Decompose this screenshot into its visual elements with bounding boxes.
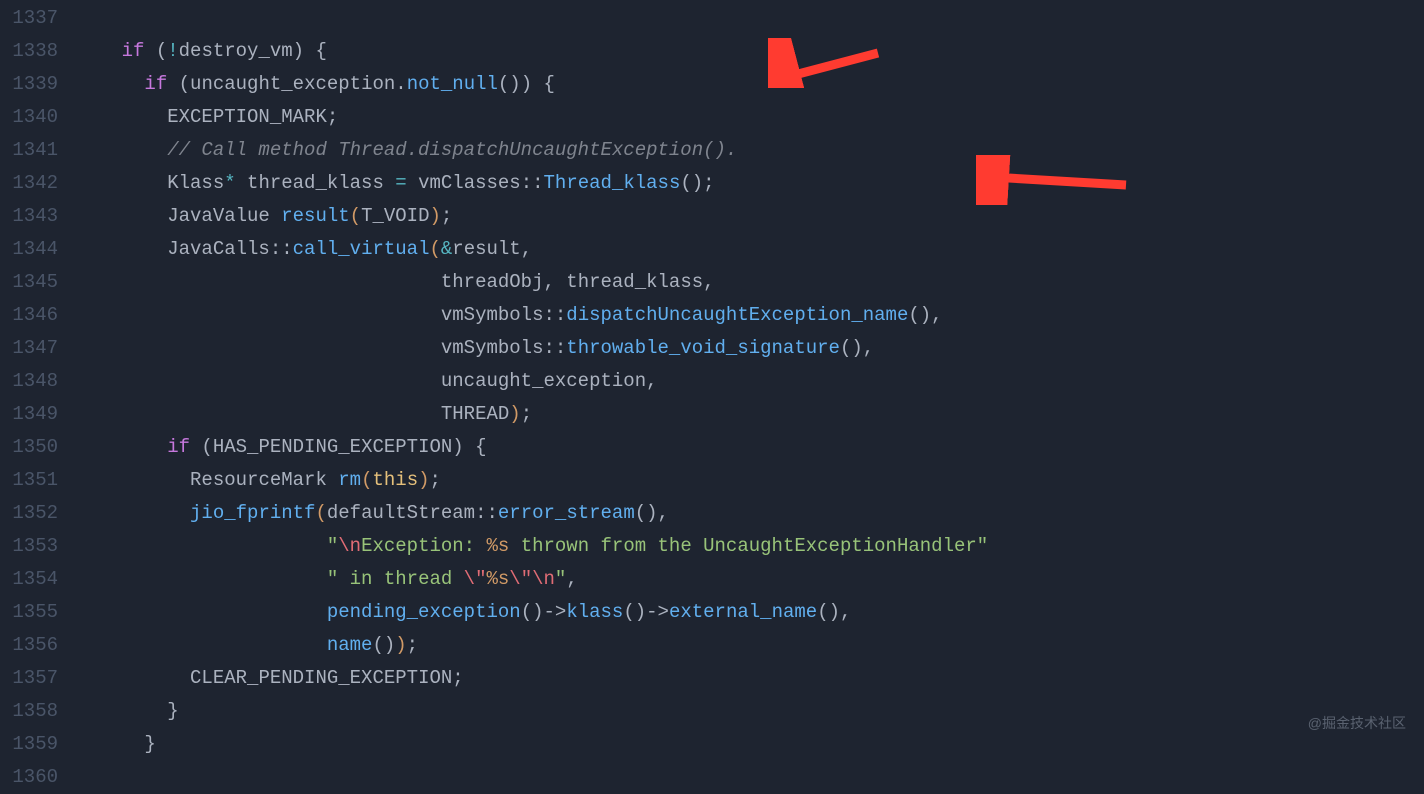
code-line: }: [76, 695, 1424, 728]
line-number: 1337: [0, 2, 58, 35]
code-line: EXCEPTION_MARK;: [76, 101, 1424, 134]
line-number: 1343: [0, 200, 58, 233]
code-line: name());: [76, 629, 1424, 662]
code-line: JavaCalls::call_virtual(&result,: [76, 233, 1424, 266]
line-number: 1353: [0, 530, 58, 563]
code-line: if (!destroy_vm) {: [76, 35, 1424, 68]
line-number: 1351: [0, 464, 58, 497]
line-number: 1354: [0, 563, 58, 596]
code-line: pending_exception()->klass()->external_n…: [76, 596, 1424, 629]
code-line: JavaValue result(T_VOID);: [76, 200, 1424, 233]
code-line: }: [76, 728, 1424, 761]
line-number: 1357: [0, 662, 58, 695]
code-line: ResourceMark rm(this);: [76, 464, 1424, 497]
code-line: [76, 761, 1424, 794]
code-line: "\nException: %s thrown from the Uncaugh…: [76, 530, 1424, 563]
code-line: vmSymbols::throwable_void_signature(),: [76, 332, 1424, 365]
line-number: 1347: [0, 332, 58, 365]
line-number-gutter: 1337133813391340134113421343134413451346…: [0, 0, 76, 752]
code-editor: 1337133813391340134113421343134413451346…: [0, 0, 1424, 752]
code-line: vmSymbols::dispatchUncaughtException_nam…: [76, 299, 1424, 332]
line-number: 1340: [0, 101, 58, 134]
line-number: 1346: [0, 299, 58, 332]
line-number: 1359: [0, 728, 58, 761]
line-number: 1352: [0, 497, 58, 530]
code-area[interactable]: if (!destroy_vm) { if (uncaught_exceptio…: [76, 0, 1424, 752]
line-number: 1356: [0, 629, 58, 662]
code-line: Klass* thread_klass = vmClasses::Thread_…: [76, 167, 1424, 200]
watermark-text: @掘金技术社区: [1308, 707, 1406, 740]
line-number: 1348: [0, 365, 58, 398]
line-number: 1342: [0, 167, 58, 200]
code-line: threadObj, thread_klass,: [76, 266, 1424, 299]
line-number: 1345: [0, 266, 58, 299]
code-line: " in thread \"%s\"\n",: [76, 563, 1424, 596]
code-line: jio_fprintf(defaultStream::error_stream(…: [76, 497, 1424, 530]
line-number: 1349: [0, 398, 58, 431]
line-number: 1350: [0, 431, 58, 464]
line-number: 1341: [0, 134, 58, 167]
code-line: // Call method Thread.dispatchUncaughtEx…: [76, 134, 1424, 167]
line-number: 1339: [0, 68, 58, 101]
line-number: 1338: [0, 35, 58, 68]
code-line: CLEAR_PENDING_EXCEPTION;: [76, 662, 1424, 695]
code-line: if (uncaught_exception.not_null()) {: [76, 68, 1424, 101]
code-line: if (HAS_PENDING_EXCEPTION) {: [76, 431, 1424, 464]
code-line: uncaught_exception,: [76, 365, 1424, 398]
line-number: 1360: [0, 761, 58, 794]
code-line: THREAD);: [76, 398, 1424, 431]
line-number: 1344: [0, 233, 58, 266]
line-number: 1355: [0, 596, 58, 629]
line-number: 1358: [0, 695, 58, 728]
code-line: [76, 2, 1424, 35]
